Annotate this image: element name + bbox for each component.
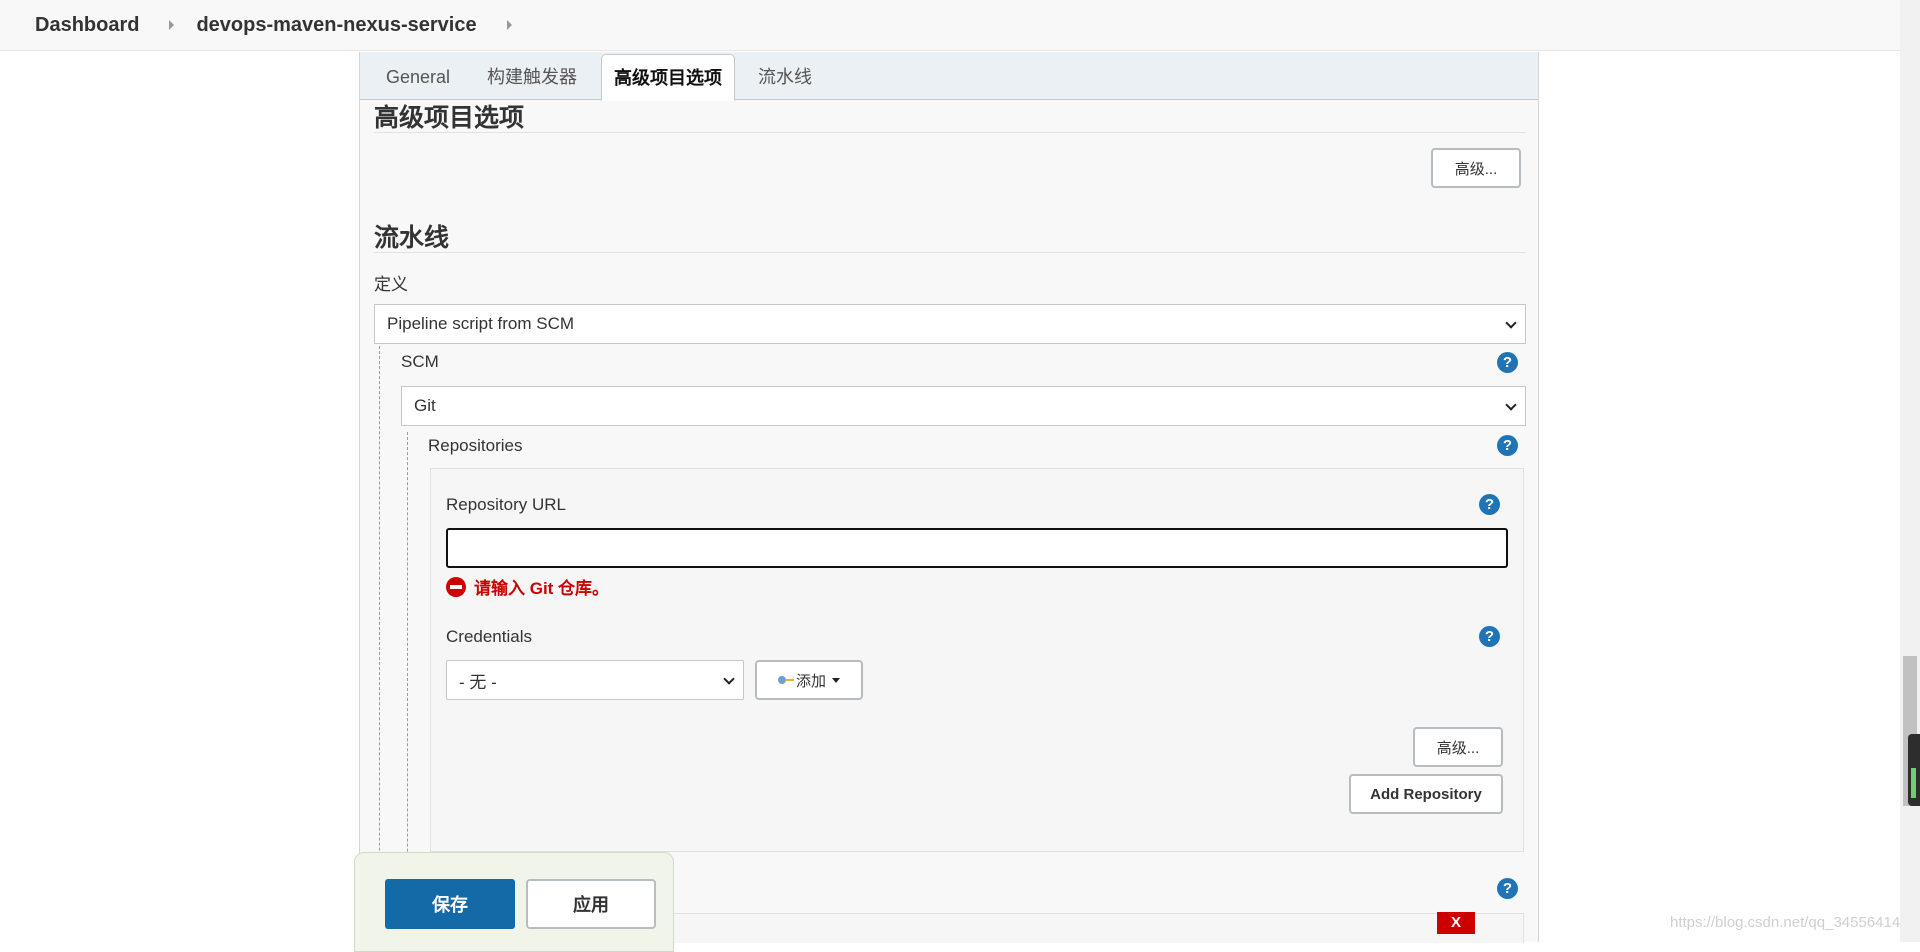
scm-value: Git [414, 396, 436, 415]
chevron-right-icon[interactable] [169, 20, 175, 30]
credentials-label: Credentials [446, 627, 532, 646]
repository-url-input[interactable] [446, 528, 1508, 568]
error-message: 请输入 Git 仓库。 [474, 579, 610, 598]
scm-select[interactable]: Git [401, 386, 1526, 426]
tab-general[interactable]: General [380, 54, 456, 100]
repositories-label: Repositories [428, 436, 523, 455]
help-icon[interactable]: ? [1497, 435, 1518, 456]
save-bar: 保存 应用 [354, 852, 674, 952]
scm-label: SCM [401, 352, 439, 371]
performance-gauge-icon [1908, 734, 1920, 806]
credentials-value: - 无 - [459, 672, 497, 692]
definition-value: Pipeline script from SCM [387, 314, 575, 333]
tab-pipeline[interactable]: 流水线 [752, 54, 818, 100]
apply-button[interactable]: 应用 [526, 879, 656, 929]
add-label: 添加 [795, 672, 826, 690]
help-icon[interactable]: ? [1497, 352, 1518, 373]
delete-button[interactable]: X [1437, 912, 1475, 934]
caret-down-icon [832, 677, 840, 683]
tab-advanced-project-options[interactable]: 高级项目选项 [601, 54, 735, 101]
definition-select[interactable]: Pipeline script from SCM [374, 304, 1526, 344]
repository-advanced-button[interactable]: 高级... [1413, 727, 1503, 767]
help-icon[interactable]: ? [1479, 626, 1500, 647]
help-icon[interactable]: ? [1497, 878, 1518, 899]
divider [374, 132, 1526, 133]
divider [374, 252, 1526, 253]
chevron-down-icon [723, 673, 735, 685]
key-icon [777, 675, 794, 685]
help-icon[interactable]: ? [1479, 494, 1500, 515]
config-panel: General 构建触发器 高级项目选项 流水线 高级项目选项 高级... 流水… [359, 52, 1539, 946]
tab-build-triggers[interactable]: 构建触发器 [481, 54, 583, 100]
credentials-select[interactable]: - 无 - [446, 660, 744, 700]
add-credentials-button[interactable]: 添加 [755, 660, 863, 700]
breadcrumb: Dashboard devops-maven-nexus-service [0, 0, 1900, 51]
advanced-button[interactable]: 高级... [1431, 148, 1521, 188]
save-button[interactable]: 保存 [385, 879, 515, 929]
chevron-down-icon [1505, 317, 1517, 329]
advanced-section-title: 高级项目选项 [374, 104, 525, 132]
repository-url-error: 请输入 Git 仓库。 [446, 574, 609, 599]
tab-bar: General 构建触发器 高级项目选项 流水线 [360, 52, 1538, 101]
chevron-right-icon[interactable] [506, 20, 512, 30]
repository-url-label: Repository URL [446, 495, 566, 514]
definition-label: 定义 [374, 275, 408, 294]
watermark: https://blog.csdn.net/qq_34556414 [1670, 914, 1901, 931]
add-repository-button[interactable]: Add Repository [1349, 774, 1503, 814]
error-icon [446, 576, 466, 597]
chevron-down-icon [1505, 399, 1517, 411]
breadcrumb-dashboard[interactable]: Dashboard [35, 14, 139, 37]
breadcrumb-project[interactable]: devops-maven-nexus-service [196, 14, 476, 37]
pipeline-section-title: 流水线 [374, 224, 450, 252]
